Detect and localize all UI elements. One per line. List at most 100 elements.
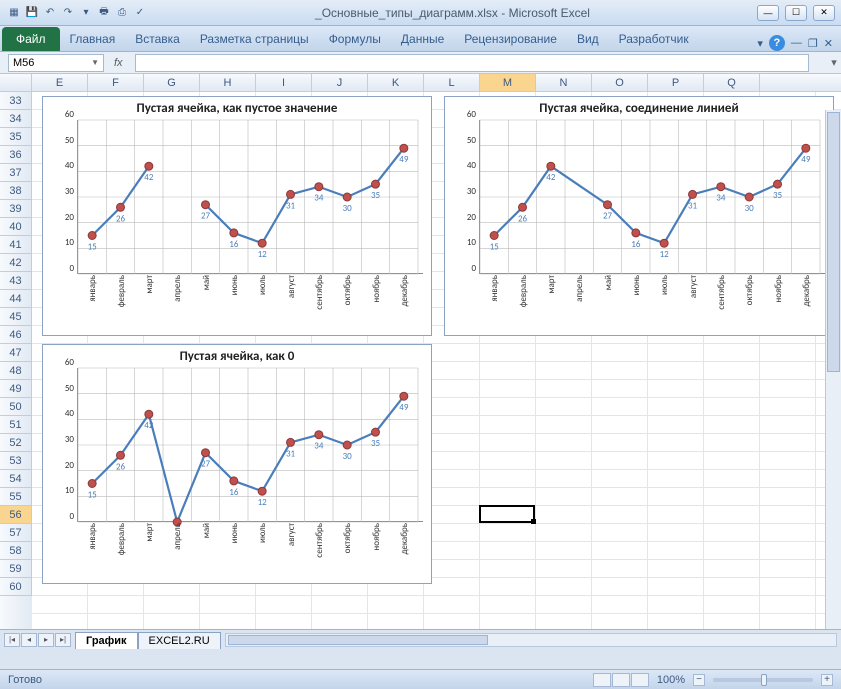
ribbon-tab-formulas[interactable]: Формулы xyxy=(319,27,391,51)
view-pagelayout-icon[interactable] xyxy=(612,673,630,687)
chart-y-tick: 30 xyxy=(65,434,74,445)
column-header[interactable]: N xyxy=(536,74,592,91)
ribbon-tab-developer[interactable]: Разработчик xyxy=(609,27,699,51)
ribbon-tab-data[interactable]: Данные xyxy=(391,27,454,51)
save-icon[interactable]: 💾 xyxy=(24,5,40,21)
row-header[interactable]: 46 xyxy=(0,326,32,344)
chart-marker xyxy=(202,201,210,209)
column-header[interactable]: F xyxy=(88,74,144,91)
chart-title: Пустая ячейка, соединение линией xyxy=(445,97,833,118)
minimize-button[interactable]: — xyxy=(757,5,779,21)
column-header[interactable]: H xyxy=(200,74,256,91)
ribbon-tab-pagelayout[interactable]: Разметка страницы xyxy=(190,27,319,51)
column-header[interactable]: J xyxy=(312,74,368,91)
row-header[interactable]: 33 xyxy=(0,92,32,110)
row-header[interactable]: 42 xyxy=(0,254,32,272)
row-header[interactable]: 45 xyxy=(0,308,32,326)
vertical-scrollbar[interactable] xyxy=(825,110,841,629)
fx-icon[interactable]: fx xyxy=(114,57,123,69)
qa-dropdown-icon[interactable]: ▾ xyxy=(78,5,94,21)
qa-extra2-icon[interactable]: ✓ xyxy=(132,5,148,21)
ribbon-tab-insert[interactable]: Вставка xyxy=(125,27,190,51)
row-header[interactable]: 44 xyxy=(0,290,32,308)
select-all-corner[interactable] xyxy=(0,74,32,91)
row-header[interactable]: 40 xyxy=(0,218,32,236)
excel-app-icon[interactable]: ▦ xyxy=(6,5,22,21)
print-preview-icon[interactable]: 🖶 xyxy=(96,5,112,21)
workbook-minimize-icon[interactable]: — xyxy=(791,37,802,49)
row-header[interactable]: 52 xyxy=(0,434,32,452)
ribbon-tab-home[interactable]: Главная xyxy=(60,27,126,51)
row-header[interactable]: 43 xyxy=(0,272,32,290)
view-pagebreak-icon[interactable] xyxy=(631,673,649,687)
row-header[interactable]: 59 xyxy=(0,560,32,578)
row-header[interactable]: 38 xyxy=(0,182,32,200)
maximize-button[interactable]: ☐ xyxy=(785,5,807,21)
row-header[interactable]: 48 xyxy=(0,362,32,380)
column-header[interactable]: M xyxy=(480,74,536,91)
close-window-button[interactable]: ✕ xyxy=(813,5,835,21)
zoom-in-button[interactable]: + xyxy=(821,674,833,686)
hscroll-thumb[interactable] xyxy=(228,635,488,645)
sheet-tab-active[interactable]: График xyxy=(75,632,138,649)
row-header[interactable]: 35 xyxy=(0,128,32,146)
row-header[interactable]: 47 xyxy=(0,344,32,362)
column-header[interactable]: O xyxy=(592,74,648,91)
zoom-out-button[interactable]: − xyxy=(693,674,705,686)
chart[interactable]: Пустая ячейка, соединение линией15264227… xyxy=(444,96,834,336)
chart-marker xyxy=(145,162,153,170)
tab-nav-next-icon[interactable]: ▸ xyxy=(38,633,54,647)
row-header[interactable]: 41 xyxy=(0,236,32,254)
help-icon[interactable]: ? xyxy=(769,35,785,51)
tab-nav-last-icon[interactable]: ▸| xyxy=(55,633,71,647)
ribbon-tab-view[interactable]: Вид xyxy=(567,27,609,51)
column-header[interactable]: G xyxy=(144,74,200,91)
row-header[interactable]: 57 xyxy=(0,524,32,542)
ribbon-minimize-icon[interactable]: ▾ xyxy=(757,37,763,50)
zoom-level[interactable]: 100% xyxy=(657,674,685,686)
sheet-tab-other[interactable]: EXCEL2.RU xyxy=(138,632,221,649)
chart[interactable]: Пустая ячейка, как 015264227161231343035… xyxy=(42,344,432,584)
column-header[interactable]: Q xyxy=(704,74,760,91)
column-header[interactable]: L xyxy=(424,74,480,91)
cell-grid[interactable]: Пустая ячейка, как пустое значение152642… xyxy=(32,92,841,629)
column-header[interactable]: I xyxy=(256,74,312,91)
chart-y-tick: 50 xyxy=(65,383,74,394)
row-header[interactable]: 51 xyxy=(0,416,32,434)
file-tab[interactable]: Файл xyxy=(2,27,60,51)
qa-extra-icon[interactable]: ⎙ xyxy=(114,5,130,21)
row-header[interactable]: 49 xyxy=(0,380,32,398)
workbook-restore-icon[interactable]: ❐ xyxy=(808,37,818,50)
zoom-slider[interactable] xyxy=(713,678,813,682)
row-header[interactable]: 60 xyxy=(0,578,32,596)
workbook-close-icon[interactable]: ✕ xyxy=(824,37,833,50)
horizontal-scrollbar[interactable] xyxy=(225,633,837,647)
formula-expand-icon[interactable]: ▾ xyxy=(827,56,841,69)
active-cell[interactable] xyxy=(479,505,535,523)
row-header[interactable]: 55 xyxy=(0,488,32,506)
row-header[interactable]: 50 xyxy=(0,398,32,416)
row-header[interactable]: 34 xyxy=(0,110,32,128)
redo-icon[interactable]: ↷ xyxy=(60,5,76,21)
name-box[interactable]: M56 ▼ xyxy=(8,54,104,72)
row-header[interactable]: 53 xyxy=(0,452,32,470)
formula-input[interactable] xyxy=(135,54,809,72)
undo-icon[interactable]: ↶ xyxy=(42,5,58,21)
vscroll-thumb[interactable] xyxy=(827,112,840,372)
tab-nav-prev-icon[interactable]: ◂ xyxy=(21,633,37,647)
row-header[interactable]: 36 xyxy=(0,146,32,164)
column-header[interactable]: P xyxy=(648,74,704,91)
row-header[interactable]: 39 xyxy=(0,200,32,218)
tab-nav-first-icon[interactable]: |◂ xyxy=(4,633,20,647)
view-normal-icon[interactable] xyxy=(593,673,611,687)
row-header[interactable]: 37 xyxy=(0,164,32,182)
name-box-dropdown-icon[interactable]: ▼ xyxy=(91,58,99,67)
row-header[interactable]: 58 xyxy=(0,542,32,560)
ribbon-tab-review[interactable]: Рецензирование xyxy=(454,27,567,51)
row-header[interactable]: 54 xyxy=(0,470,32,488)
zoom-knob[interactable] xyxy=(761,674,767,686)
column-header[interactable]: K xyxy=(368,74,424,91)
row-header[interactable]: 56 xyxy=(0,506,32,524)
chart[interactable]: Пустая ячейка, как пустое значение152642… xyxy=(42,96,432,336)
column-header[interactable]: E xyxy=(32,74,88,91)
